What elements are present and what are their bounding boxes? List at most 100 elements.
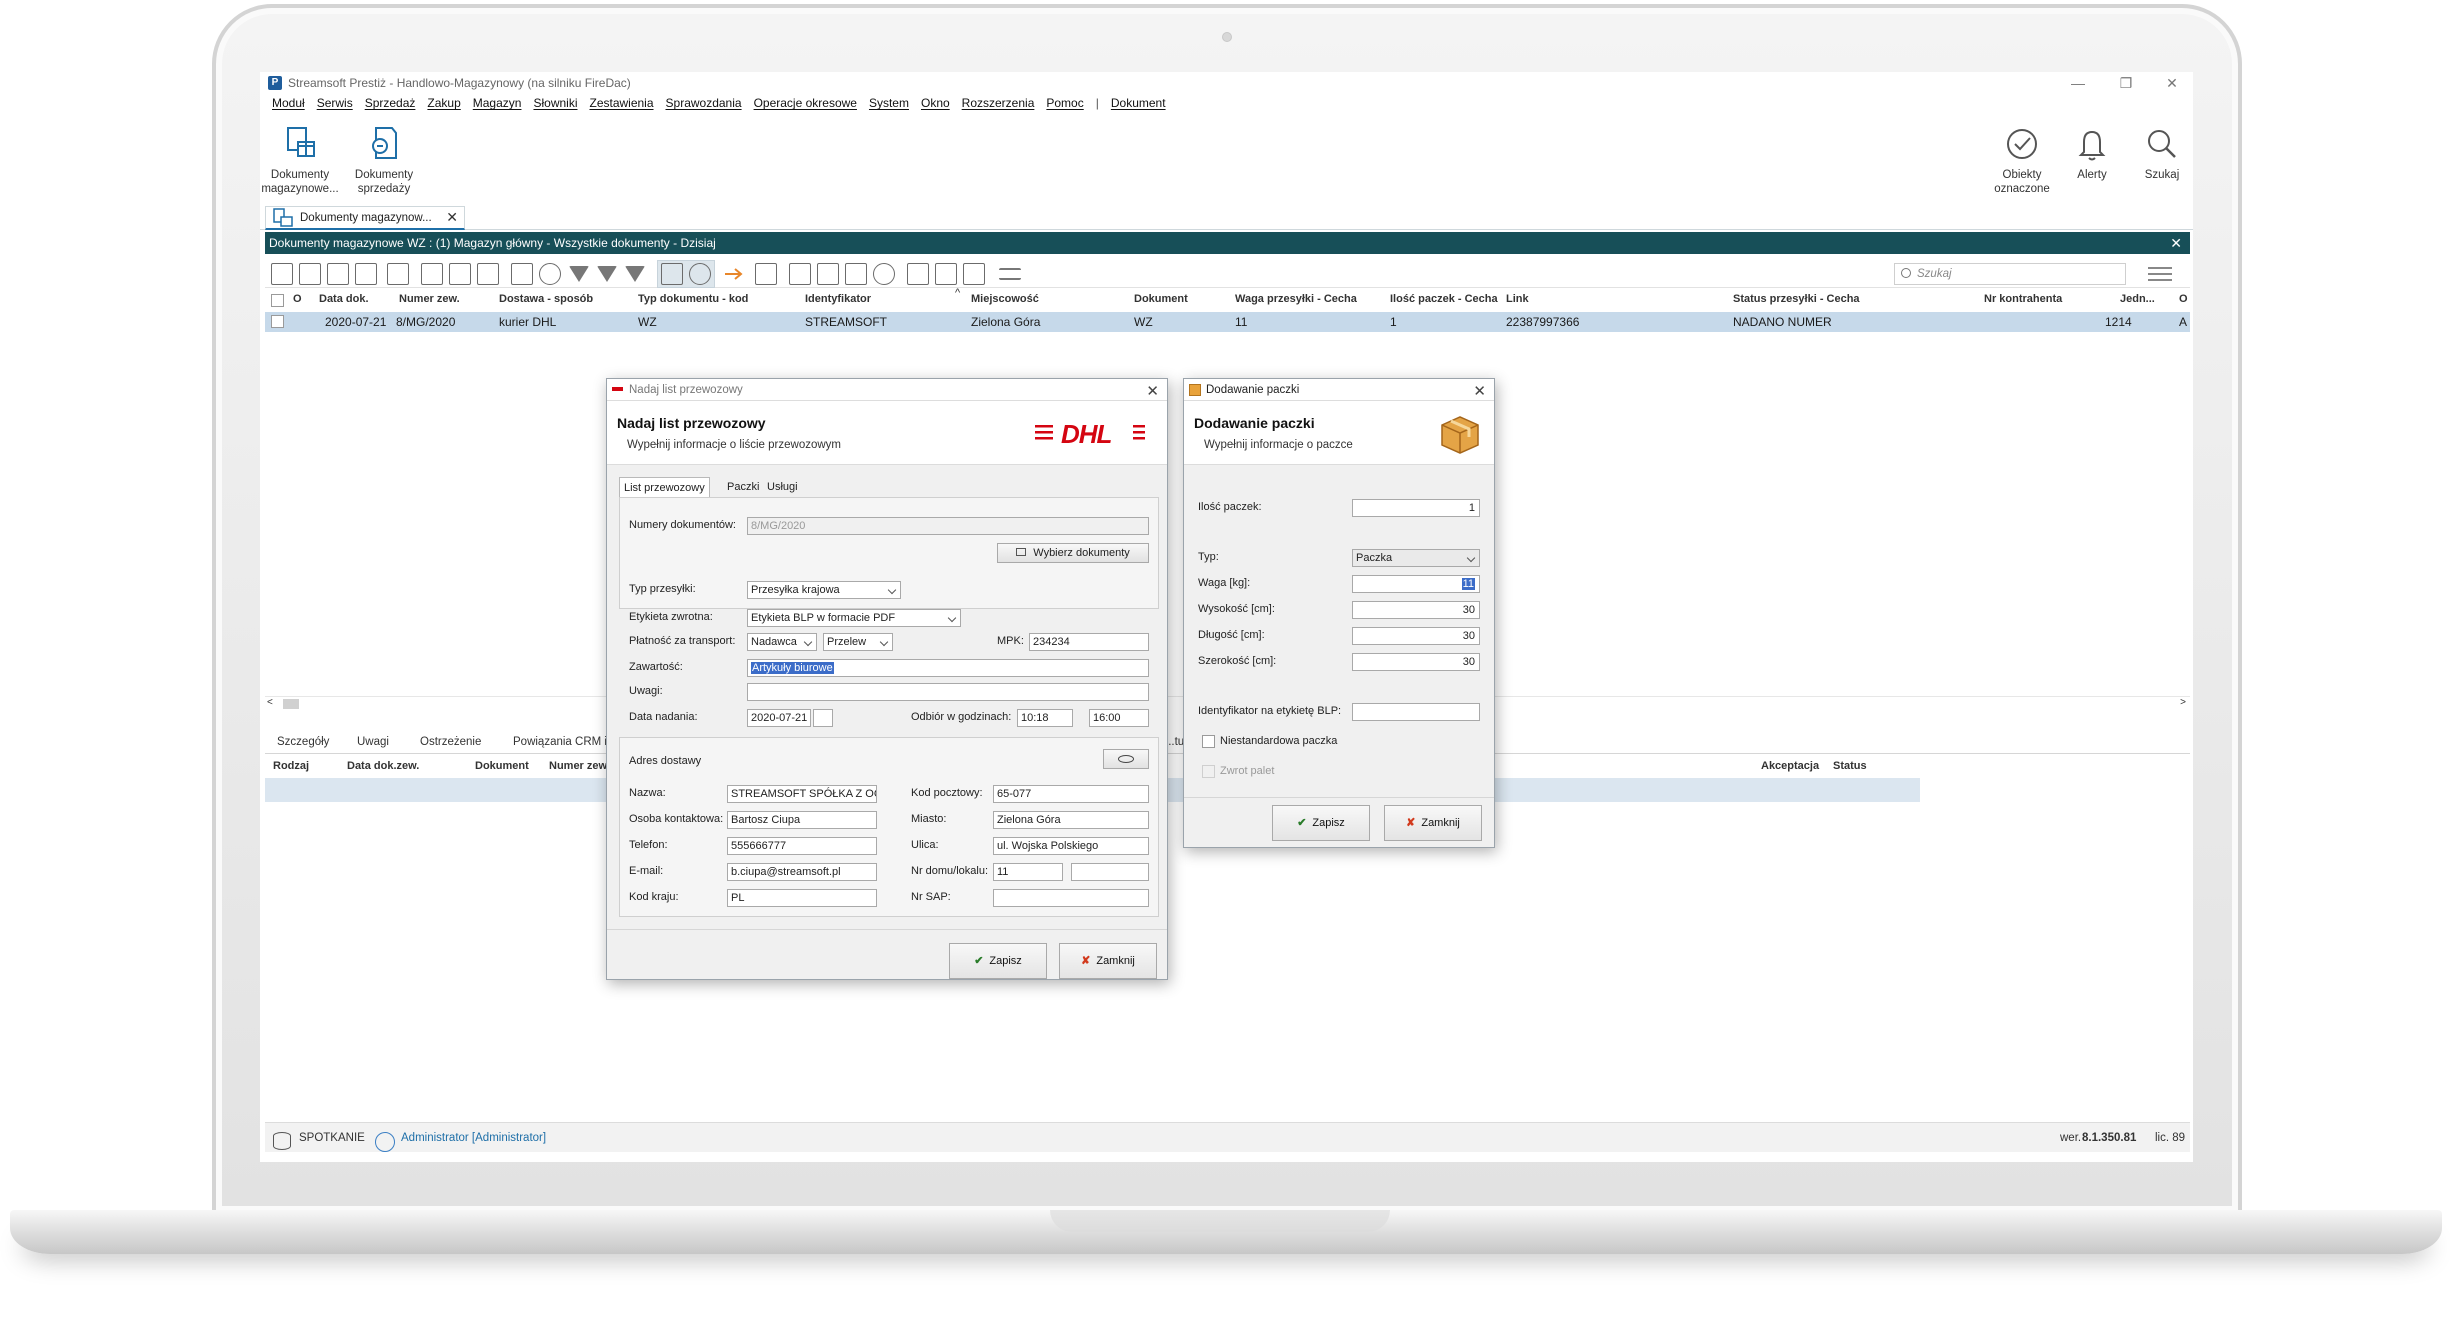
col-weight[interactable]: Waga przesyłki - Cecha (1235, 293, 1357, 305)
package-save-button[interactable]: ✔ Zapisz (1272, 805, 1370, 841)
arrow-right-icon[interactable] (723, 266, 745, 282)
menu-pomoc[interactable]: Pomoc (1040, 96, 1089, 114)
preview-icon[interactable] (271, 263, 293, 285)
col-doc-type[interactable]: Typ dokumentu - kod (638, 293, 748, 305)
email-field[interactable]: b.ciupa@streamsoft.pl (727, 863, 877, 881)
dialog-close-icon[interactable]: ✕ (1146, 381, 1159, 403)
package-icon[interactable] (421, 263, 443, 285)
menu-sprawozdania[interactable]: Sprawozdania (660, 96, 748, 114)
package-length-field[interactable]: 30 (1352, 627, 1480, 645)
menu-okno[interactable]: Okno (915, 96, 956, 114)
address-visibility-button[interactable] (1103, 749, 1149, 769)
maximize-button[interactable]: ❐ (2106, 75, 2146, 92)
copy-icon[interactable] (449, 263, 471, 285)
menu-modul[interactable]: Moduł (266, 96, 311, 114)
tree-icon[interactable] (963, 263, 985, 285)
col-kind[interactable]: Rodzaj (273, 760, 309, 772)
docs-warehouse-button[interactable]: Dokumenty magazynowe... (260, 124, 340, 196)
marked-objects-button[interactable]: Obiekty oznaczone (1982, 124, 2062, 196)
add-document-icon[interactable] (299, 263, 321, 285)
col-contractor[interactable]: Nr kontrahenta (1984, 293, 2062, 305)
col-mark[interactable]: O (293, 293, 302, 305)
package-width-field[interactable]: 30 (1352, 653, 1480, 671)
pickup-from-field[interactable]: 10:18 (1017, 709, 1073, 727)
tab-uwagi[interactable]: Uwagi (357, 736, 389, 748)
tab-paczki[interactable]: Paczki (723, 477, 763, 497)
phone-field[interactable]: 555666777 (727, 837, 877, 855)
table-row[interactable]: 2020-07-21 8/MG/2020 kurier DHL WZ STREA… (265, 312, 2190, 332)
contact-field[interactable]: Bartosz Ciupa (727, 811, 877, 829)
menu-slowniki[interactable]: Słowniki (527, 96, 583, 114)
edit-document-icon[interactable] (327, 263, 349, 285)
scroll-right-icon[interactable]: > (2180, 697, 2186, 708)
hamburger-menu-icon[interactable] (2148, 267, 2172, 281)
menu-sprzedaz[interactable]: Sprzedaż (359, 96, 422, 114)
dhl-save-button[interactable]: ✔ Zapisz (949, 943, 1047, 979)
tab-szczegoly[interactable]: Szczegóły (277, 736, 329, 748)
dhl-close-button[interactable]: ✘ Zamknij (1059, 943, 1157, 979)
row-checkbox[interactable] (271, 315, 284, 328)
content-field[interactable]: Artykuły biurowe (747, 659, 1149, 677)
package-close-button[interactable]: ✘ Zamknij (1384, 805, 1482, 841)
mpk-field[interactable]: 234234 (1029, 633, 1149, 651)
nonstandard-checkbox[interactable] (1202, 735, 1215, 748)
grid-columns-icon[interactable] (907, 263, 929, 285)
payer-select[interactable]: Nadawca (747, 633, 817, 651)
scroll-left-icon[interactable]: < (267, 697, 273, 708)
select-all-checkbox[interactable] (271, 294, 284, 307)
menu-serwis[interactable]: Serwis (311, 96, 359, 114)
filter-clear-icon[interactable] (625, 266, 645, 282)
menu-lines-icon[interactable] (999, 268, 1021, 280)
docs-sales-button[interactable]: Dokumenty sprzedaży (344, 124, 424, 196)
close-button[interactable]: ✕ (2152, 75, 2192, 92)
col-link[interactable]: Link (1506, 293, 1529, 305)
doc-numbers-field[interactable]: 8/MG/2020 (747, 517, 1149, 535)
menu-system[interactable]: System (863, 96, 915, 114)
export-icon[interactable] (755, 263, 777, 285)
flat-field[interactable] (1071, 863, 1149, 881)
country-field[interactable]: PL (727, 889, 877, 907)
menu-zestawienia[interactable]: Zestawienia (583, 96, 659, 114)
col-ext-date[interactable]: Data dok.zew. (347, 760, 419, 772)
shipment-type-select[interactable]: Przesyłka krajowa (747, 581, 901, 599)
user-name[interactable]: Administrator [Administrator] (401, 1132, 546, 1144)
postal-field[interactable]: 65-077 (993, 785, 1149, 803)
col-identifier[interactable]: Identyfikator (805, 293, 871, 305)
package-dialog-close-icon[interactable]: ✕ (1473, 381, 1486, 403)
document-list-icon[interactable] (845, 263, 867, 285)
col-date[interactable]: Data dok. (319, 293, 369, 305)
delete-document-icon[interactable] (355, 263, 377, 285)
globe-icon[interactable] (873, 263, 895, 285)
payment-method-select[interactable]: Przelew (823, 633, 893, 651)
menu-operacje[interactable]: Operacje okresowe (748, 96, 863, 114)
col-delivery[interactable]: Dostawa - sposób (499, 293, 593, 305)
pickup-to-field[interactable]: 16:00 (1089, 709, 1149, 727)
view-close-icon[interactable]: ✕ (2170, 232, 2182, 254)
table-icon[interactable] (935, 263, 957, 285)
col-document[interactable]: Dokument (1134, 293, 1188, 305)
approve-icon[interactable] (689, 263, 711, 285)
package-type-select[interactable]: Paczka (1352, 549, 1480, 567)
col-ext-no[interactable]: Numer zew. (399, 293, 460, 305)
filter-icon[interactable] (569, 266, 589, 282)
col-accept[interactable]: Akceptacja (1761, 760, 1819, 772)
name-field[interactable]: STREAMSOFT SPÓŁKA Z OGR. (727, 785, 877, 803)
col-status[interactable]: Status przesyłki - Cecha (1733, 293, 1860, 305)
menu-rozszerzenia[interactable]: Rozszerzenia (956, 96, 1041, 114)
tab-list-przewozowy[interactable]: List przewozowy (619, 477, 710, 497)
pallet-return-checkbox[interactable] (1202, 765, 1215, 778)
return-label-select[interactable]: Etykieta BLP w formacie PDF (747, 609, 961, 627)
col-detail-document[interactable]: Dokument (475, 760, 529, 772)
package-weight-field[interactable]: 11 (1352, 575, 1480, 593)
filter-add-icon[interactable] (597, 266, 617, 282)
tab-ostrzezenie[interactable]: Ostrzeżenie (420, 736, 481, 748)
search-ribbon-button[interactable]: Szukaj (2122, 124, 2193, 182)
package-count-field[interactable]: 1 (1352, 499, 1480, 517)
col-detail-status[interactable]: Status (1833, 760, 1867, 772)
col-last[interactable]: O (2179, 293, 2188, 305)
blp-id-field[interactable] (1352, 703, 1480, 721)
list-icon[interactable] (817, 263, 839, 285)
city-field[interactable]: Zielona Góra (993, 811, 1149, 829)
col-packages[interactable]: Ilość paczek - Cecha (1390, 293, 1498, 305)
house-field[interactable]: 11 (993, 863, 1063, 881)
